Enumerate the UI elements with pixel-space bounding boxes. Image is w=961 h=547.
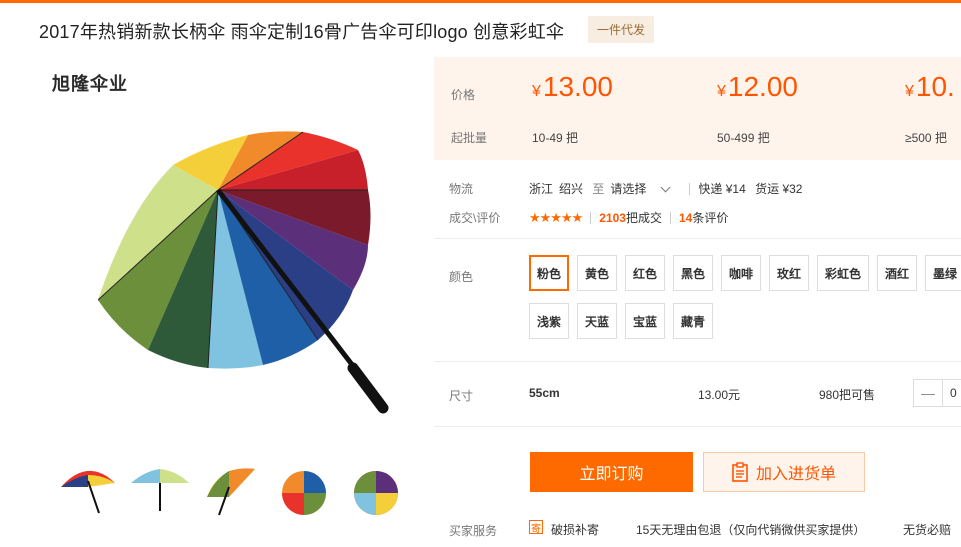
price-label: 价格 [451,88,476,102]
price-tier-1: ¥13.00 10-49 把 [532,71,613,145]
service-item[interactable]: 破损补寄 [551,521,599,538]
color-option[interactable]: 宝蓝 [625,303,665,339]
origin-city: 绍兴 [559,182,584,196]
currency-symbol: ¥ [532,83,541,100]
service-item[interactable]: 无货必赔 [903,521,951,538]
tier-range: ≥500 把 [905,131,947,145]
tier-price: 10. [915,71,955,102]
origin-province: 浙江 [529,182,554,196]
section-divider [434,238,961,239]
chevron-down-icon[interactable] [660,182,671,193]
size-price: 13.00元 [698,388,741,402]
top-accent-bar [0,0,961,3]
service-item[interactable]: 15天无理由包退（仅向代销微供买家提供） [636,521,865,538]
divider [670,212,671,224]
currency-symbol: ¥ [905,83,914,100]
main-product-image[interactable] [58,110,408,415]
section-divider [434,426,961,427]
color-option[interactable]: 彩虹色 [817,255,869,291]
color-option[interactable]: 玫红 [769,255,809,291]
product-title: 2017年热销新款长柄伞 雨伞定制16骨广告伞可印logo 创意彩虹伞 [39,22,565,42]
minus-icon[interactable]: — [914,380,943,406]
price-tier-2: ¥12.00 50-499 把 [717,71,798,145]
destination-select[interactable]: 请选择 [610,182,646,196]
logistics-label: 物流 [449,182,474,196]
add-to-cart-button[interactable]: 加入进货单 [703,452,865,492]
color-option[interactable]: 天蓝 [577,303,617,339]
thumbnail-5[interactable] [343,457,409,523]
logistics-info: 浙江 绍兴 至请选择 快递 ¥14 货运 ¥32 [529,180,808,197]
buy-now-button[interactable]: 立即订购 [530,452,693,492]
color-option[interactable]: 黄色 [577,255,617,291]
color-option[interactable]: 粉色 [529,255,569,291]
color-option[interactable]: 浅紫 [529,303,569,339]
thumbnail-2[interactable] [127,457,193,523]
deal-count[interactable]: 2103 [599,211,626,225]
color-option[interactable]: 红色 [625,255,665,291]
currency-symbol: ¥ [717,83,726,100]
tier-range: 10-49 把 [532,131,579,145]
dropship-badge[interactable]: 一件代发 [588,16,655,43]
color-option[interactable]: 藏青 [673,303,713,339]
color-option[interactable]: 酒红 [877,255,917,291]
rating-stars-icon: ★★★★★ [529,210,583,225]
moq-label: 起批量 [451,131,488,145]
size-label: 尺寸 [449,389,474,403]
brand-logo: 旭隆伞业 [52,74,128,94]
review-count[interactable]: 14 [679,211,692,225]
deals-info: ★★★★★ 2103把成交 14条评价 [529,209,728,226]
deals-label: 成交\评价 [449,211,501,225]
color-option[interactable]: 黑色 [673,255,713,291]
mail-service-icon: 寄 [529,520,543,535]
add-to-cart-label: 加入进货单 [755,466,836,483]
express-fee: 快递 ¥14 [698,182,746,196]
price-tier-3: ¥10. ≥500 把 [905,71,955,145]
tier-range: 50-499 把 [717,131,770,145]
thumbnail-3[interactable] [199,457,265,523]
tier-price: 13.00 [542,71,613,102]
deal-count-suffix: 把成交 [625,211,662,225]
price-panel: 价格 起批量 ¥13.00 10-49 把 ¥12.00 50-499 把 ¥1… [434,57,961,160]
thumbnail-4[interactable] [271,457,337,523]
quantity-input[interactable]: 0 [950,386,957,400]
color-option[interactable]: 墨绿 [925,255,961,291]
tier-price: 12.00 [727,71,798,102]
to-text: 至 [592,182,605,196]
color-option[interactable]: 咖啡 [721,255,761,291]
color-label: 颜色 [449,270,474,284]
section-divider [434,361,961,362]
services-label: 买家服务 [449,524,498,538]
divider [689,183,691,195]
divider [590,212,592,224]
clipboard-icon [732,462,748,482]
quantity-stepper[interactable]: — 0 [913,379,961,407]
stock-count: 980把可售 [819,388,876,402]
review-count-suffix: 条评价 [692,211,729,225]
thumbnail-1[interactable] [55,457,121,523]
size-value: 55cm [529,386,560,400]
freight-fee: 货运 ¥32 [755,182,803,196]
